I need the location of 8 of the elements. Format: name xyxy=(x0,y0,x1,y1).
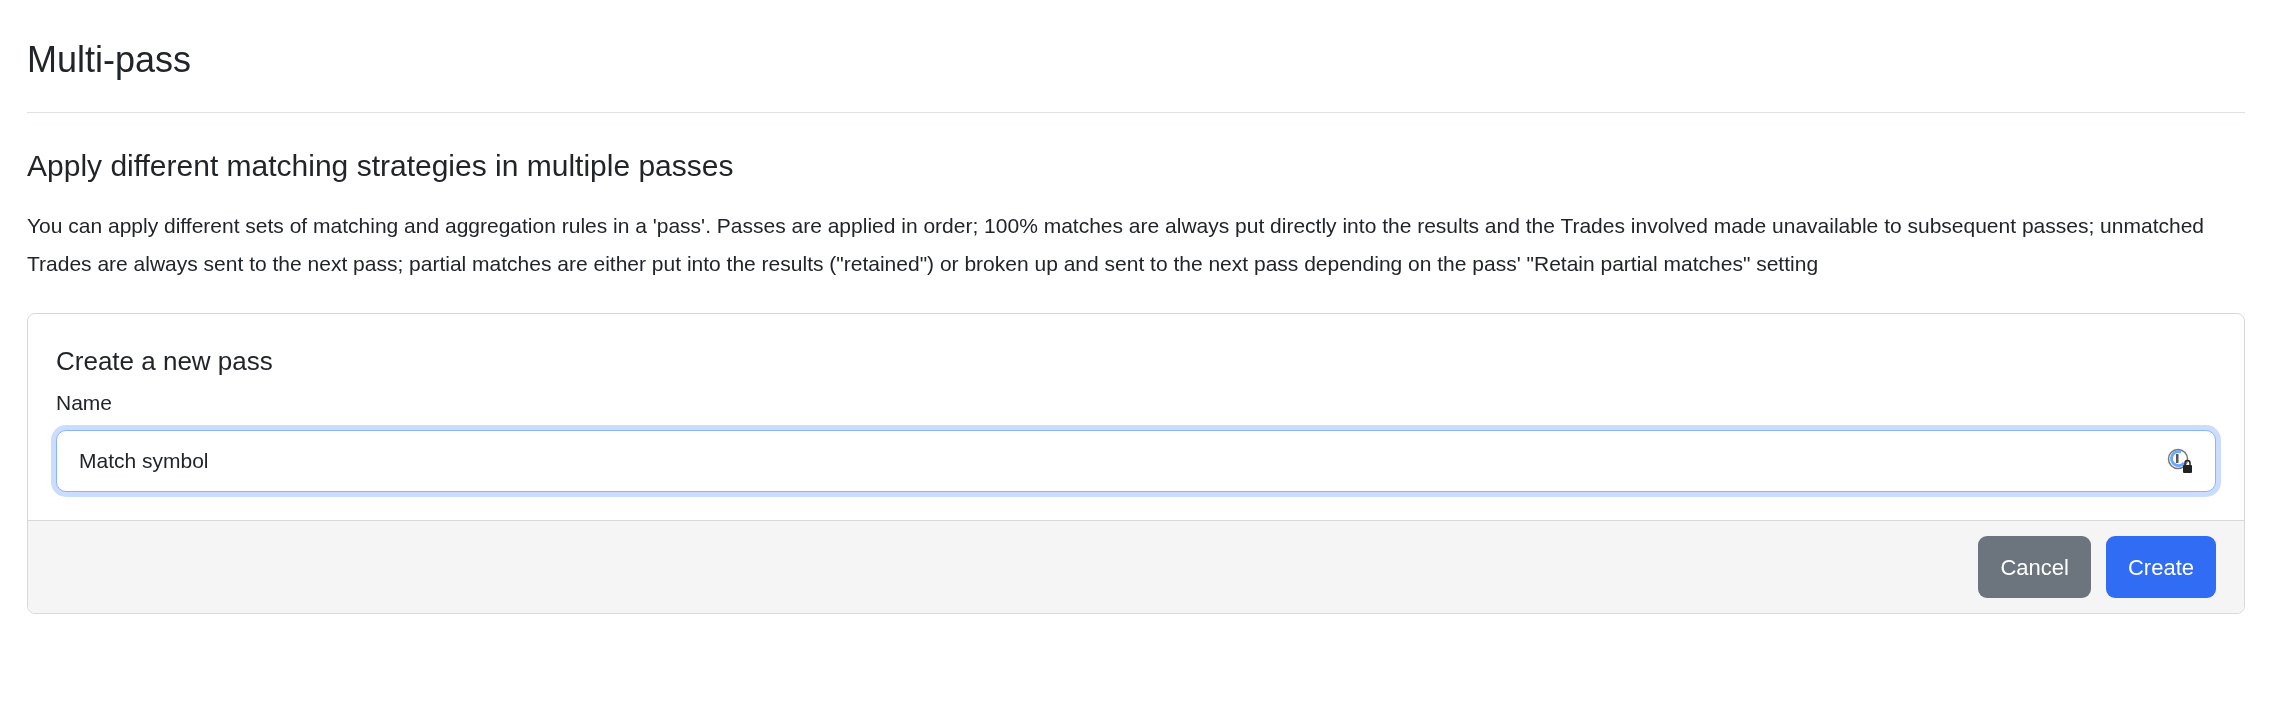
password-manager-icon[interactable] xyxy=(2167,448,2193,474)
section-heading: Apply different matching strategies in multiple passes xyxy=(27,148,735,184)
page-title: Multi-pass xyxy=(27,38,193,82)
description: You can apply different sets of matching and aggregation rules in a 'pass'. Passes are applied in order; 100% matches are always put directly into the results and the Trades involved made unavailable to subsequent passes; unmatched Trades are always sent to the next pass; partial matches are either put into the results ("retained") or broken up and sent to the next pass depending on the pass' "Retain partial matches" setting xyxy=(27,213,2205,277)
card-title: Create a new pass xyxy=(56,345,274,378)
cancel-button[interactable]: Cancel xyxy=(1978,536,2091,598)
field-label: Name xyxy=(56,390,114,416)
create-button[interactable]: Create xyxy=(2105,536,2216,598)
